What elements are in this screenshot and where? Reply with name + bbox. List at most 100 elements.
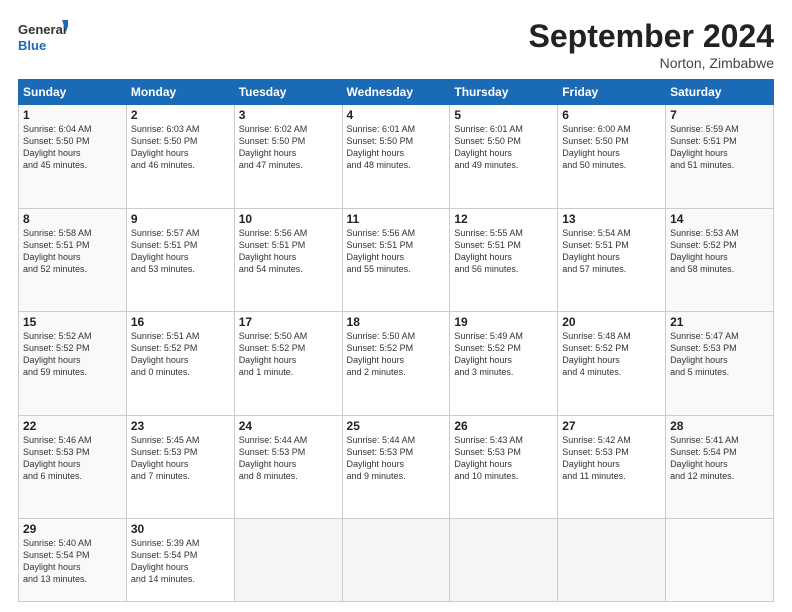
day-number: 18 [347,315,446,329]
day-number: 19 [454,315,553,329]
col-friday: Friday [558,80,666,105]
day-number: 6 [562,108,661,122]
calendar-cell: 22 Sunrise: 5:46 AM Sunset: 5:53 PM Dayl… [19,415,127,519]
calendar-cell: 15 Sunrise: 5:52 AM Sunset: 5:52 PM Dayl… [19,312,127,416]
day-number: 5 [454,108,553,122]
day-number: 23 [131,419,230,433]
calendar-table: Sunday Monday Tuesday Wednesday Thursday… [18,79,774,602]
calendar-cell: 13 Sunrise: 5:54 AM Sunset: 5:51 PM Dayl… [558,208,666,312]
calendar-cell [342,519,450,602]
day-info: Sunrise: 5:40 AM Sunset: 5:54 PM Dayligh… [23,537,122,586]
day-info: Sunrise: 5:44 AM Sunset: 5:53 PM Dayligh… [239,434,338,483]
calendar-cell: 25 Sunrise: 5:44 AM Sunset: 5:53 PM Dayl… [342,415,450,519]
day-number: 21 [670,315,769,329]
day-number: 13 [562,212,661,226]
calendar-cell: 8 Sunrise: 5:58 AM Sunset: 5:51 PM Dayli… [19,208,127,312]
calendar-cell: 4 Sunrise: 6:01 AM Sunset: 5:50 PM Dayli… [342,105,450,209]
day-info: Sunrise: 5:45 AM Sunset: 5:53 PM Dayligh… [131,434,230,483]
calendar-cell: 11 Sunrise: 5:56 AM Sunset: 5:51 PM Dayl… [342,208,450,312]
svg-text:General: General [18,22,66,37]
calendar-cell: 27 Sunrise: 5:42 AM Sunset: 5:53 PM Dayl… [558,415,666,519]
day-info: Sunrise: 6:02 AM Sunset: 5:50 PM Dayligh… [239,123,338,172]
calendar-cell: 20 Sunrise: 5:48 AM Sunset: 5:52 PM Dayl… [558,312,666,416]
calendar-cell: 5 Sunrise: 6:01 AM Sunset: 5:50 PM Dayli… [450,105,558,209]
day-number: 20 [562,315,661,329]
day-number: 7 [670,108,769,122]
day-number: 26 [454,419,553,433]
calendar-cell [450,519,558,602]
page: General Blue September 2024 Norton, Zimb… [0,0,792,612]
calendar-week-row: 1 Sunrise: 6:04 AM Sunset: 5:50 PM Dayli… [19,105,774,209]
day-info: Sunrise: 6:01 AM Sunset: 5:50 PM Dayligh… [347,123,446,172]
day-info: Sunrise: 5:54 AM Sunset: 5:51 PM Dayligh… [562,227,661,276]
calendar-week-row: 29 Sunrise: 5:40 AM Sunset: 5:54 PM Dayl… [19,519,774,602]
day-info: Sunrise: 5:59 AM Sunset: 5:51 PM Dayligh… [670,123,769,172]
calendar-cell: 16 Sunrise: 5:51 AM Sunset: 5:52 PM Dayl… [126,312,234,416]
title-area: September 2024 Norton, Zimbabwe [529,18,774,71]
calendar-cell: 3 Sunrise: 6:02 AM Sunset: 5:50 PM Dayli… [234,105,342,209]
day-info: Sunrise: 5:41 AM Sunset: 5:54 PM Dayligh… [670,434,769,483]
day-number: 11 [347,212,446,226]
col-thursday: Thursday [450,80,558,105]
calendar-cell: 14 Sunrise: 5:53 AM Sunset: 5:52 PM Dayl… [666,208,774,312]
logo-svg: General Blue [18,18,68,60]
calendar-cell: 28 Sunrise: 5:41 AM Sunset: 5:54 PM Dayl… [666,415,774,519]
day-number: 25 [347,419,446,433]
day-info: Sunrise: 5:55 AM Sunset: 5:51 PM Dayligh… [454,227,553,276]
day-number: 24 [239,419,338,433]
day-info: Sunrise: 5:53 AM Sunset: 5:52 PM Dayligh… [670,227,769,276]
day-info: Sunrise: 5:56 AM Sunset: 5:51 PM Dayligh… [347,227,446,276]
logo: General Blue [18,18,68,60]
day-number: 10 [239,212,338,226]
calendar-cell: 9 Sunrise: 5:57 AM Sunset: 5:51 PM Dayli… [126,208,234,312]
col-wednesday: Wednesday [342,80,450,105]
calendar-cell: 19 Sunrise: 5:49 AM Sunset: 5:52 PM Dayl… [450,312,558,416]
day-number: 28 [670,419,769,433]
calendar-cell: 17 Sunrise: 5:50 AM Sunset: 5:52 PM Dayl… [234,312,342,416]
day-info: Sunrise: 5:43 AM Sunset: 5:53 PM Dayligh… [454,434,553,483]
day-number: 3 [239,108,338,122]
col-monday: Monday [126,80,234,105]
col-sunday: Sunday [19,80,127,105]
day-number: 4 [347,108,446,122]
calendar-cell: 6 Sunrise: 6:00 AM Sunset: 5:50 PM Dayli… [558,105,666,209]
calendar-cell: 2 Sunrise: 6:03 AM Sunset: 5:50 PM Dayli… [126,105,234,209]
day-number: 14 [670,212,769,226]
calendar-cell: 1 Sunrise: 6:04 AM Sunset: 5:50 PM Dayli… [19,105,127,209]
day-number: 15 [23,315,122,329]
day-info: Sunrise: 5:44 AM Sunset: 5:53 PM Dayligh… [347,434,446,483]
day-info: Sunrise: 5:58 AM Sunset: 5:51 PM Dayligh… [23,227,122,276]
day-number: 2 [131,108,230,122]
col-tuesday: Tuesday [234,80,342,105]
calendar-header-row: Sunday Monday Tuesday Wednesday Thursday… [19,80,774,105]
calendar-cell: 7 Sunrise: 5:59 AM Sunset: 5:51 PM Dayli… [666,105,774,209]
calendar-cell: 29 Sunrise: 5:40 AM Sunset: 5:54 PM Dayl… [19,519,127,602]
col-saturday: Saturday [666,80,774,105]
day-number: 9 [131,212,230,226]
day-info: Sunrise: 5:49 AM Sunset: 5:52 PM Dayligh… [454,330,553,379]
day-info: Sunrise: 6:01 AM Sunset: 5:50 PM Dayligh… [454,123,553,172]
day-number: 8 [23,212,122,226]
day-info: Sunrise: 5:57 AM Sunset: 5:51 PM Dayligh… [131,227,230,276]
calendar-week-row: 15 Sunrise: 5:52 AM Sunset: 5:52 PM Dayl… [19,312,774,416]
day-number: 30 [131,522,230,536]
calendar-cell: 30 Sunrise: 5:39 AM Sunset: 5:54 PM Dayl… [126,519,234,602]
location: Norton, Zimbabwe [529,55,774,71]
calendar-cell [234,519,342,602]
calendar-week-row: 22 Sunrise: 5:46 AM Sunset: 5:53 PM Dayl… [19,415,774,519]
calendar-cell: 21 Sunrise: 5:47 AM Sunset: 5:53 PM Dayl… [666,312,774,416]
day-info: Sunrise: 5:47 AM Sunset: 5:53 PM Dayligh… [670,330,769,379]
day-info: Sunrise: 5:48 AM Sunset: 5:52 PM Dayligh… [562,330,661,379]
day-info: Sunrise: 5:56 AM Sunset: 5:51 PM Dayligh… [239,227,338,276]
day-number: 12 [454,212,553,226]
calendar-cell: 26 Sunrise: 5:43 AM Sunset: 5:53 PM Dayl… [450,415,558,519]
calendar-cell: 24 Sunrise: 5:44 AM Sunset: 5:53 PM Dayl… [234,415,342,519]
day-info: Sunrise: 5:39 AM Sunset: 5:54 PM Dayligh… [131,537,230,586]
calendar-cell: 18 Sunrise: 5:50 AM Sunset: 5:52 PM Dayl… [342,312,450,416]
month-title: September 2024 [529,18,774,55]
day-info: Sunrise: 5:46 AM Sunset: 5:53 PM Dayligh… [23,434,122,483]
calendar-cell [558,519,666,602]
day-number: 17 [239,315,338,329]
day-info: Sunrise: 5:52 AM Sunset: 5:52 PM Dayligh… [23,330,122,379]
svg-text:Blue: Blue [18,38,46,53]
